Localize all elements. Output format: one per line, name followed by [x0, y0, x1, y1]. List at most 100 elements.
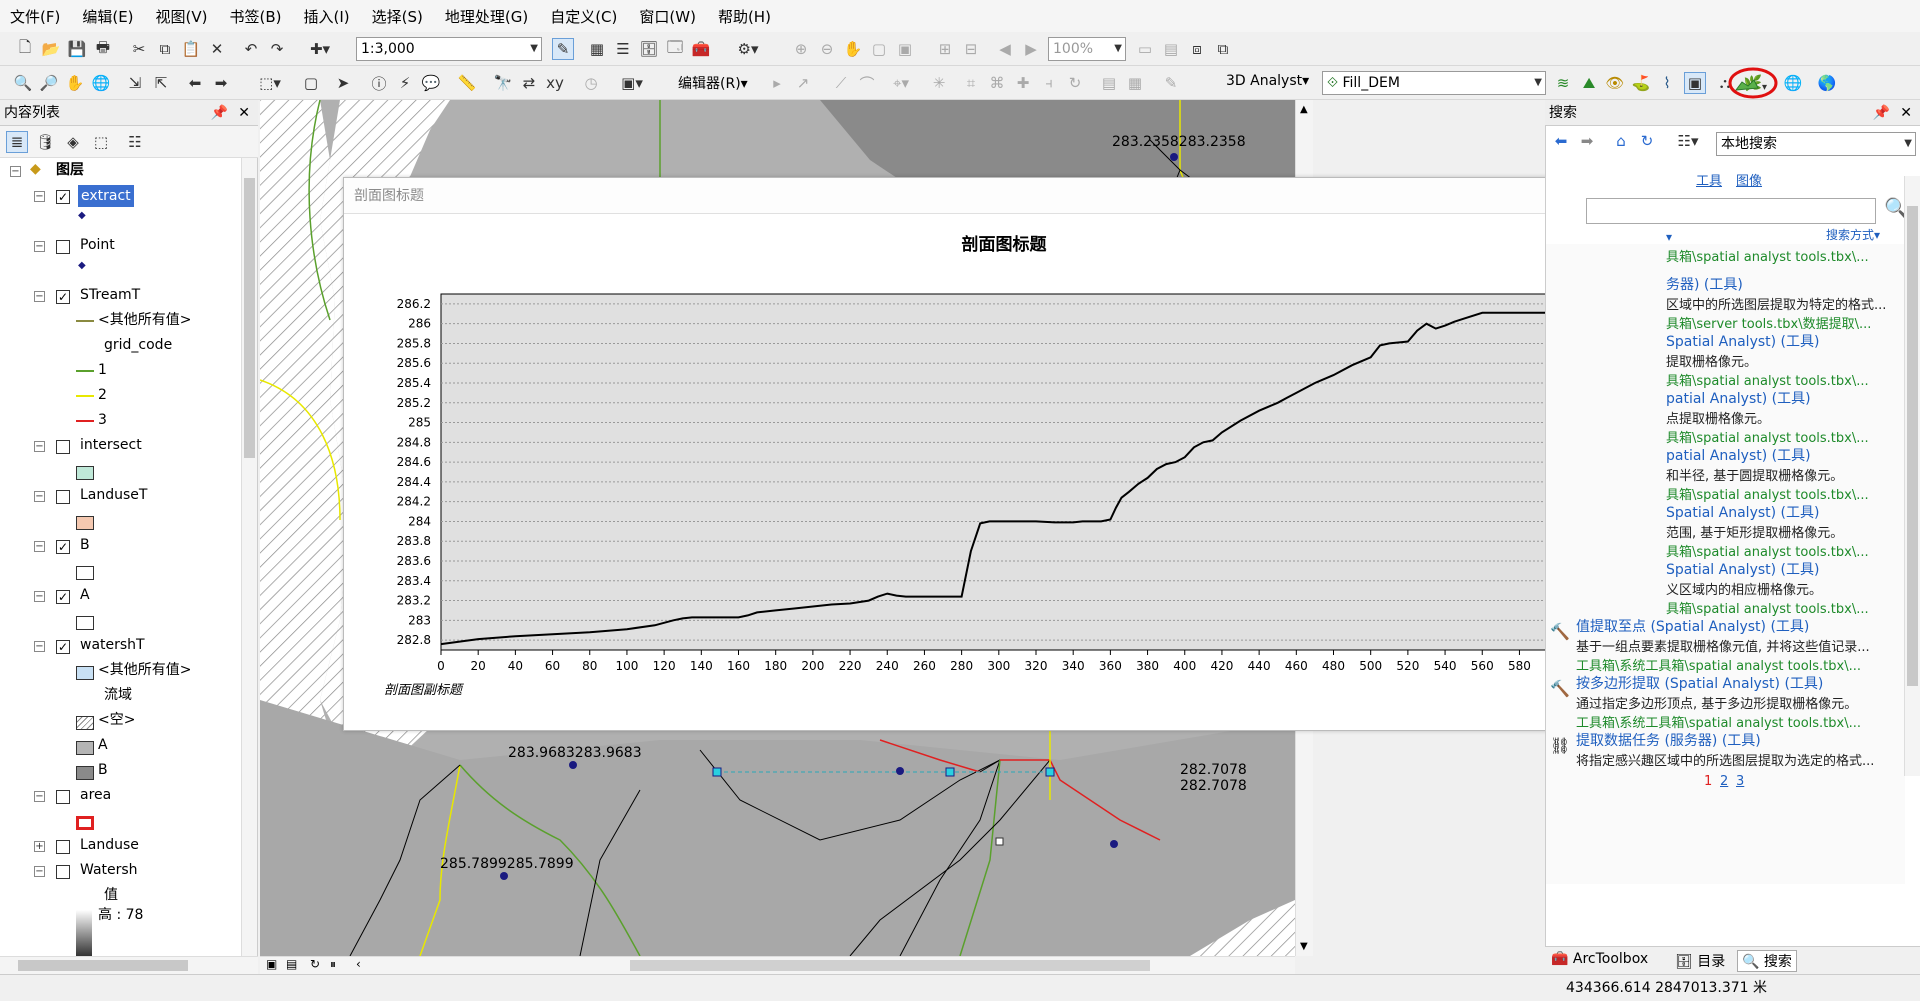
tab-tools[interactable]: 工具: [1696, 170, 1722, 189]
full-extent-icon[interactable]: 🌐: [90, 72, 112, 94]
search-result[interactable]: 务器) (工具) 区域中的所选图层提取为特定的格式... 具箱\server too…: [1666, 274, 1886, 332]
search-result[interactable]: 按多边形提取 (Spatial Analyst) (工具) 通过指定多边形顶点, …: [1576, 673, 1861, 731]
layer-checkbox[interactable]: ✓: [56, 590, 70, 604]
zoom-out-icon[interactable]: 🔎: [38, 72, 60, 94]
search-result[interactable]: patial Analyst) (工具) 点提取栅格像元。 具箱\spatial a…: [1666, 388, 1869, 446]
catalog-tab[interactable]: 🗄 目录: [1675, 951, 1725, 971]
page-3-link[interactable]: 3: [1736, 774, 1744, 789]
line-of-sight-icon[interactable]: 👁: [1604, 72, 1626, 94]
layer-combo[interactable]: ⟐ Fill_DEM ▼: [1322, 71, 1546, 95]
collapse-icon[interactable]: −: [34, 441, 45, 452]
collapse-icon[interactable]: −: [34, 591, 45, 602]
3d-analyst-menu[interactable]: 3D Analyst▾: [1226, 73, 1309, 89]
search-result[interactable]: Spatial Analyst) (工具) 义区域内的相应栅格像元。 具箱\spat…: [1666, 559, 1869, 617]
toc-window-icon[interactable]: ☰: [612, 38, 634, 60]
options-icon[interactable]: ☷: [124, 131, 146, 153]
layer-landuse[interactable]: Landuse: [80, 833, 139, 858]
create-features-icon[interactable]: ✎: [1160, 72, 1182, 94]
html-popup-icon[interactable]: 💬: [420, 72, 442, 94]
print-icon[interactable]: 🖶: [92, 38, 114, 60]
catalog-icon[interactable]: 🗄: [638, 38, 660, 60]
collapse-icon[interactable]: −: [34, 866, 45, 877]
layer-checkbox[interactable]: [56, 790, 70, 804]
search-scope-combo[interactable]: 本地搜索 ▼: [1716, 132, 1916, 156]
layer-checkbox[interactable]: ✓: [56, 640, 70, 654]
scale-combo[interactable]: 1:3,000 ▼: [356, 37, 542, 61]
change-layout-icon[interactable]: ⧈: [1186, 38, 1208, 60]
search-result[interactable]: 具箱\spatial analyst tools.tbx\...: [1666, 246, 1869, 265]
rotate-icon[interactable]: ↻: [1064, 72, 1086, 94]
page-2-link[interactable]: 2: [1720, 774, 1728, 789]
list-by-source-icon[interactable]: 🛢: [34, 131, 56, 153]
time-slider-icon[interactable]: ◷: [580, 72, 602, 94]
refresh-icon[interactable]: ↻: [1636, 130, 1658, 152]
measure-icon[interactable]: 📏: [456, 72, 478, 94]
toc-root[interactable]: 图层: [56, 158, 84, 183]
menu-file[interactable]: 文件(F): [10, 6, 60, 27]
arctoolbox-icon[interactable]: 🧰: [690, 38, 712, 60]
list-by-drawing-order-icon[interactable]: ≣: [6, 131, 28, 153]
back-extent-icon[interactable]: ⬅: [184, 72, 206, 94]
select-elements-icon[interactable]: ➤: [332, 72, 354, 94]
layer-checkbox[interactable]: ✓: [56, 290, 70, 304]
pause-icon[interactable]: ⏸: [330, 957, 336, 972]
search-options-icon[interactable]: ☷▾: [1670, 130, 1706, 152]
delete-icon[interactable]: ✕: [206, 38, 228, 60]
redo-icon[interactable]: ↷: [266, 38, 288, 60]
split-icon[interactable]: ⫞: [1038, 72, 1060, 94]
select-features-icon[interactable]: ⬚▾: [250, 72, 290, 94]
layout-zoom-combo[interactable]: 100% ▼: [1048, 37, 1126, 61]
point-profile-icon[interactable]: ⛳: [1630, 72, 1652, 94]
arcscene-icon[interactable]: 🌎: [1816, 72, 1838, 94]
add-data-icon[interactable]: ✚▾: [300, 38, 340, 60]
forward-icon[interactable]: ➡: [1576, 130, 1598, 152]
data-view-icon[interactable]: ▤: [286, 957, 297, 971]
find-route-icon[interactable]: ⇄: [518, 72, 540, 94]
collapse-icon[interactable]: −: [34, 641, 45, 652]
collapse-icon[interactable]: −: [34, 191, 45, 202]
layer-landuset[interactable]: LanduseT: [80, 483, 147, 508]
draft-mode-icon[interactable]: ▭: [1134, 38, 1156, 60]
search-result[interactable]: patial Analyst) (工具) 和半径, 基于圆提取栅格像元。 具箱\sp…: [1666, 445, 1869, 503]
find-icon[interactable]: 🔭: [492, 72, 514, 94]
sketch-properties-icon[interactable]: ▦: [1124, 72, 1146, 94]
layer-checkbox[interactable]: [56, 490, 70, 504]
profile-graph-icon[interactable]: ▾: [1728, 66, 1778, 100]
contour-icon[interactable]: ≋: [1552, 72, 1574, 94]
search-result[interactable]: 值提取至点 (Spatial Analyst) (工具) 基于一组点要素提取栅格像…: [1576, 616, 1870, 674]
layer-watersh[interactable]: Watersh: [80, 858, 138, 883]
layer-watersht[interactable]: watershT: [80, 633, 145, 658]
collapse-icon[interactable]: −: [34, 791, 45, 802]
menu-edit[interactable]: 编辑(E): [82, 6, 133, 27]
reshape-icon[interactable]: ⌘: [986, 72, 1008, 94]
expand-icon[interactable]: +: [34, 841, 45, 852]
layer-b[interactable]: B: [80, 533, 90, 558]
search-window-icon[interactable]: 🗔: [664, 38, 686, 60]
menu-bookmarks[interactable]: 书签(B): [230, 6, 282, 27]
steepest-path-icon[interactable]: ⛰: [1578, 72, 1600, 94]
create-viewer-icon[interactable]: ▣▾: [614, 72, 650, 94]
search-result[interactable]: Spatial Analyst) (工具) 提取栅格像元。 具箱\spatial a…: [1666, 331, 1869, 389]
undo-icon[interactable]: ↶: [240, 38, 262, 60]
scroll-left-icon[interactable]: ‹: [356, 957, 361, 971]
previous-extent-icon[interactable]: ◀: [994, 38, 1016, 60]
layer-a[interactable]: A: [80, 583, 90, 608]
profile-graph-window[interactable]: 剖面图标题 × 剖面图标题 02040608010012014016018020…: [343, 177, 1667, 731]
fixed-zoom-out-icon[interactable]: ⊟: [960, 38, 982, 60]
collapse-icon[interactable]: −: [10, 166, 21, 177]
layout-view-icon[interactable]: ▣: [266, 957, 277, 971]
layer-point[interactable]: Point: [80, 233, 115, 258]
list-by-selection-icon[interactable]: ⬚: [90, 131, 112, 153]
menu-view[interactable]: 视图(V): [156, 6, 208, 27]
fixed-zoom-in-icon[interactable]: ⊞: [934, 38, 956, 60]
collapse-icon[interactable]: −: [34, 291, 45, 302]
collapse-icon[interactable]: −: [34, 541, 45, 552]
point-icon[interactable]: ✳: [928, 72, 950, 94]
menu-geoprocessing[interactable]: 地理处理(G): [445, 6, 528, 27]
zoom-in-icon[interactable]: 🔍: [12, 72, 34, 94]
edit-tool-icon[interactable]: ▸: [766, 72, 788, 94]
layout-zoom-out-icon[interactable]: ⊖: [816, 38, 838, 60]
collapse-icon[interactable]: −: [34, 491, 45, 502]
tab-images[interactable]: 图像: [1736, 170, 1762, 189]
menu-help[interactable]: 帮助(H): [718, 6, 771, 27]
